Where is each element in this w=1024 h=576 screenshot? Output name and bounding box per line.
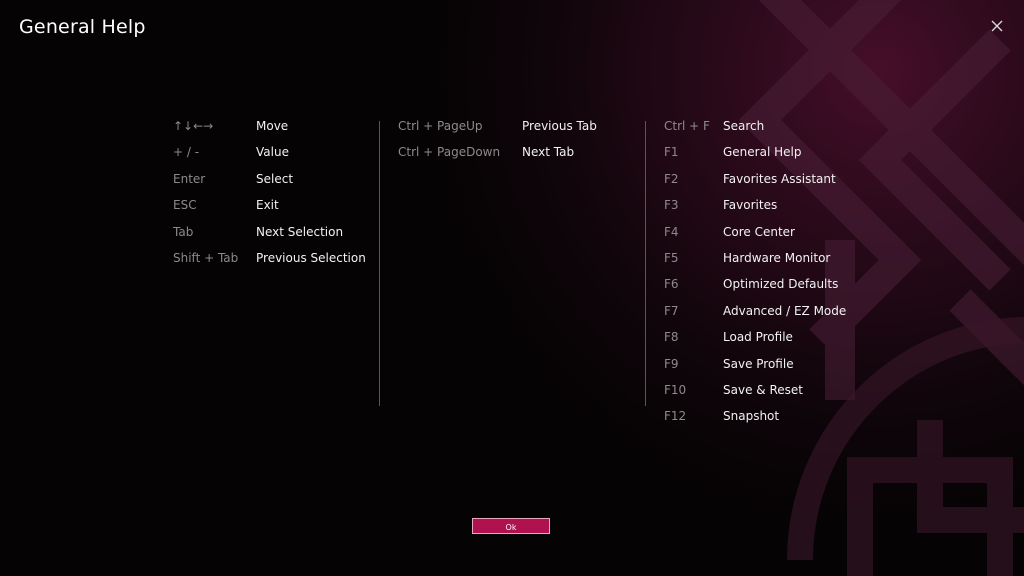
shortcut-key: Shift + Tab (173, 250, 239, 265)
shortcut-key: Ctrl + F (664, 119, 710, 133)
shortcut-row: F8 Load Profile (664, 324, 884, 350)
shortcut-description: Value (256, 145, 289, 160)
shortcut-description: Previous Selection (256, 250, 366, 265)
shortcut-key: F3 (664, 198, 679, 213)
shortcut-row: Enter Select (173, 166, 373, 192)
shortcut-row: F10 Save & Reset (664, 377, 884, 403)
shortcut-column-navigation: ↑↓←→ Move + / - Value Enter Select ESC E… (173, 113, 373, 271)
shortcut-key: F12 (664, 409, 687, 424)
shortcut-row: Ctrl + PageUp Previous Tab (398, 113, 628, 139)
shortcut-description: Snapshot (723, 409, 780, 424)
shortcut-column-function-keys: Ctrl + F Search F1 General Help F2 Favor… (664, 113, 884, 430)
shortcut-row: ESC Exit (173, 192, 373, 218)
shortcut-row: F3 Favorites (664, 192, 884, 218)
close-button[interactable] (987, 16, 1007, 36)
shortcut-description: Search (723, 119, 765, 133)
column-divider (379, 121, 380, 406)
shortcut-row: Ctrl + F Search (664, 113, 884, 139)
shortcut-key: Ctrl + PageUp (398, 119, 483, 133)
shortcut-key: F1 (664, 145, 679, 160)
shortcut-description: Favorites Assistant (723, 171, 836, 186)
column-divider (645, 121, 646, 406)
shortcut-description: Load Profile (723, 330, 793, 345)
shortcut-row: F7 Advanced / EZ Mode (664, 298, 884, 324)
shortcut-key: F7 (664, 303, 679, 318)
shortcut-description: Hardware Monitor (723, 250, 831, 265)
shortcut-row: + / - Value (173, 139, 373, 165)
shortcut-key: F10 (664, 382, 687, 397)
shortcut-key: F2 (664, 171, 679, 186)
shortcut-key: Tab (173, 224, 194, 239)
shortcut-key: F8 (664, 330, 679, 345)
shortcut-key: ESC (173, 198, 197, 213)
shortcut-description: Save Profile (723, 356, 794, 371)
shortcut-description: Favorites (723, 198, 778, 213)
shortcut-description: Previous Tab (522, 119, 597, 133)
shortcut-row: F4 Core Center (664, 219, 884, 245)
shortcut-key: F4 (664, 224, 679, 239)
shortcut-key: F6 (664, 277, 679, 292)
shortcut-description: Exit (256, 198, 279, 213)
shortcut-key: F5 (664, 250, 679, 265)
ok-button[interactable]: Ok (472, 518, 550, 534)
shortcut-row: Ctrl + PageDown Next Tab (398, 139, 628, 165)
shortcut-row: Tab Next Selection (173, 219, 373, 245)
shortcut-description: Next Selection (256, 224, 344, 239)
shortcut-row: F2 Favorites Assistant (664, 166, 884, 192)
close-icon (991, 20, 1003, 32)
shortcut-row: F1 General Help (664, 139, 884, 165)
shortcut-key: ↑↓←→ (173, 119, 214, 133)
shortcut-description: Next Tab (522, 145, 575, 160)
shortcut-description: Select (256, 171, 294, 186)
shortcut-key: F9 (664, 356, 679, 371)
shortcut-key: + / - (173, 145, 200, 160)
shortcut-description: Optimized Defaults (723, 277, 839, 292)
shortcut-description: General Help (723, 145, 802, 160)
shortcut-row: ↑↓←→ Move (173, 113, 373, 139)
shortcut-row: F12 Snapshot (664, 403, 884, 429)
shortcut-description: Advanced / EZ Mode (723, 303, 847, 318)
shortcut-row: F6 Optimized Defaults (664, 271, 884, 297)
shortcut-description: Move (256, 119, 289, 133)
shortcut-key: Ctrl + PageDown (398, 145, 501, 160)
shortcut-description: Save & Reset (723, 382, 803, 397)
shortcut-description: Core Center (723, 224, 795, 239)
shortcut-row: F5 Hardware Monitor (664, 245, 884, 271)
shortcut-key: Enter (173, 171, 206, 186)
dialog-title: General Help (19, 16, 146, 38)
shortcut-row: Shift + Tab Previous Selection (173, 245, 373, 271)
shortcut-row: F9 Save Profile (664, 351, 884, 377)
shortcut-column-tabs: Ctrl + PageUp Previous Tab Ctrl + PageDo… (398, 113, 628, 166)
